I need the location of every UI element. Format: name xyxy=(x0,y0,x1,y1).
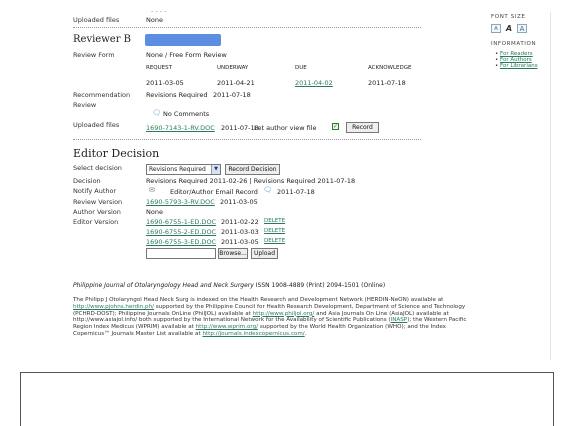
record-button[interactable]: Record xyxy=(346,122,379,133)
footer-text-1: The Philipp J Otolaryngol Head Neck Surg… xyxy=(73,297,444,303)
chevron-down-icon: ▼ xyxy=(211,165,220,174)
journal-line: Philippine Journal of Otolaryngology Hea… xyxy=(73,282,385,289)
uploaded-files-label-b: Uploaded files xyxy=(73,121,120,129)
review-label: Review xyxy=(73,101,97,109)
review-version-date: 2011-03-05 xyxy=(220,198,258,206)
decision-select-value: Revisions Required xyxy=(149,166,206,173)
journal-title: Philippine Journal of Otolaryngology Hea… xyxy=(73,282,254,289)
philjol-link[interactable]: http://www.philjol.org/ xyxy=(253,311,315,317)
date-request: 2011-03-05 xyxy=(146,79,184,87)
editor-version-link[interactable]: 1690-6755-3-ED.DOC xyxy=(146,238,216,246)
notify-author-date: 2011-07-18 xyxy=(277,188,315,196)
review-file-link[interactable]: 1690-7143-1-RV.DOC xyxy=(146,124,215,132)
select-decision-label: Select decision xyxy=(73,164,122,172)
browse-button[interactable]: Browse... xyxy=(218,248,248,259)
editor-version-date: 2011-02-22 xyxy=(221,218,259,226)
date-due-link[interactable]: 2011-04-02 xyxy=(295,79,333,87)
for-librarians-link[interactable]: For Librarians xyxy=(500,63,538,69)
journal-issn: ISSN 1908-4889 (Print) 2094-1501 (Online… xyxy=(255,282,386,289)
review-version-label: Review Version xyxy=(73,198,123,206)
wprim-link[interactable]: http://www.wprim.org/ xyxy=(196,324,258,330)
editor-version-label: Editor Version xyxy=(73,218,119,226)
record-decision-button[interactable]: Record Decision xyxy=(225,164,280,175)
author-version-label: Author Version xyxy=(73,208,121,216)
decision-select[interactable]: Revisions Required ▼ xyxy=(146,164,221,175)
font-small-button[interactable]: A xyxy=(491,24,501,33)
date-acknowledge: 2011-07-18 xyxy=(368,79,406,87)
comment-icon[interactable]: 🗨 xyxy=(152,109,161,117)
recommendation-date: 2011-07-18 xyxy=(213,91,251,99)
delete-link[interactable]: DELETE xyxy=(264,228,285,234)
col-request: REQUEST xyxy=(146,65,172,71)
recommendation-label: Recommendation xyxy=(73,91,131,99)
editor-version-link[interactable]: 1690-6755-2-ED.DOC xyxy=(146,228,216,236)
cut-off-text: - - - - xyxy=(151,7,167,15)
page-container: - - - - Uploaded files None Reviewer B R… xyxy=(55,7,551,360)
upload-button[interactable]: Upload xyxy=(251,248,278,259)
let-author-view-checkbox[interactable]: ✓ xyxy=(332,123,339,130)
font-size-title: FONT SIZE xyxy=(491,14,526,20)
col-due: DUE xyxy=(295,65,307,71)
delete-link[interactable]: DELETE xyxy=(264,238,285,244)
date-underway: 2011-04-21 xyxy=(217,79,255,87)
editor-decision-title: Editor Decision xyxy=(73,147,160,160)
notify-author-label: Notify Author xyxy=(73,187,117,195)
author-version-value: None xyxy=(146,208,163,216)
review-form-value: None / Free Form Review xyxy=(146,51,227,59)
let-author-view-label: Let author view file xyxy=(254,124,317,132)
decision-value: Revisions Required 2011-02-26 | Revision… xyxy=(146,177,356,185)
col-acknowledge: ACKNOWLEDGE xyxy=(368,65,412,71)
delete-link[interactable]: DELETE xyxy=(264,218,285,224)
review-value: No Comments xyxy=(163,110,210,118)
uploaded-files-value: None xyxy=(146,16,163,24)
editor-version-date: 2011-03-05 xyxy=(221,238,259,246)
editor-version-date: 2011-03-03 xyxy=(221,228,259,236)
file-path-input[interactable] xyxy=(146,248,216,259)
editor-version-link[interactable]: 1690-6755-1-ED.DOC xyxy=(146,218,216,226)
recommendation-value: Revisions Required xyxy=(146,91,208,99)
herdin-link[interactable]: http://www.pjohns.herdin.ph/ xyxy=(73,304,154,310)
font-large-button[interactable]: A xyxy=(517,24,527,33)
divider xyxy=(73,139,421,140)
notify-author-value: Editor/Author Email Record xyxy=(170,188,258,196)
decision-label: Decision xyxy=(73,177,101,185)
uploaded-files-label: Uploaded files xyxy=(73,16,120,24)
comment-icon[interactable]: 🗨 xyxy=(263,186,272,194)
redacted-reviewer-name xyxy=(145,34,221,46)
reviewer-title: Reviewer B xyxy=(73,34,131,45)
col-underway: UNDERWAY xyxy=(217,65,249,71)
index-copernicus-link[interactable]: http://journals.indexcopernicus.com/ xyxy=(202,331,304,337)
bottom-frame xyxy=(20,372,554,426)
sidebar-item-librarians[interactable]: • For Librarians xyxy=(495,63,538,69)
footer-text-6: . xyxy=(304,330,307,337)
divider xyxy=(73,27,421,28)
information-title: INFORMATION xyxy=(491,41,537,47)
envelope-icon[interactable]: ✉ xyxy=(149,186,155,194)
review-form-label: Review Form xyxy=(73,51,115,59)
review-version-link[interactable]: 1690-5793-3-RV.DOC xyxy=(146,198,215,206)
inasp-link[interactable]: INASP xyxy=(391,317,408,323)
indexing-paragraph: The Philipp J Otolaryngol Head Neck Surg… xyxy=(73,297,473,338)
font-medium-button[interactable]: A xyxy=(504,24,514,33)
